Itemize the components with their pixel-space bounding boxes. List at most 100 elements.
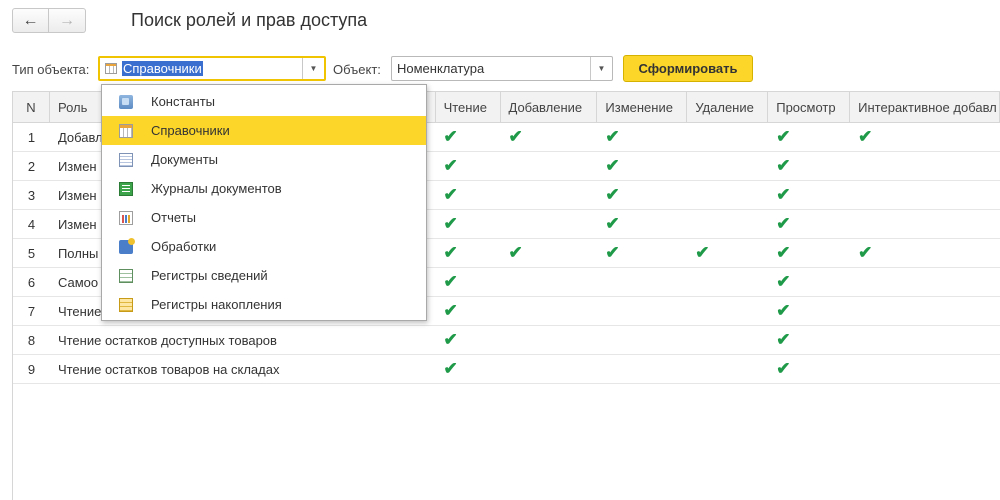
check-icon: ✔ — [443, 243, 458, 262]
right-cell-read: ✔ — [436, 210, 501, 238]
right-cell-interactive-add — [850, 181, 1000, 209]
chevron-down-icon[interactable]: ▼ — [590, 57, 612, 80]
row-number: 6 — [27, 274, 36, 290]
role-name: Чтение остатков товаров на складах — [57, 361, 280, 377]
dropdown-item-information-registers[interactable]: Регистры сведений — [102, 261, 426, 290]
column-header-read[interactable]: Чтение — [436, 92, 501, 122]
generate-button[interactable]: Сформировать — [623, 55, 753, 82]
catalogs-icon — [119, 123, 133, 138]
right-cell-read: ✔ — [436, 181, 501, 209]
right-cell-read: ✔ — [436, 123, 501, 151]
check-icon: ✔ — [443, 272, 458, 291]
right-cell-view: ✔ — [768, 268, 850, 296]
dropdown-item-accumulation-registers[interactable]: Регистры накопления — [102, 290, 426, 319]
check-icon: ✔ — [605, 185, 620, 204]
dropdown-item-label: Справочники — [151, 123, 230, 138]
check-icon: ✔ — [858, 127, 873, 146]
right-cell-add — [500, 297, 597, 325]
right-cell-interactive-add — [850, 152, 1000, 180]
row-number: 9 — [27, 361, 36, 377]
check-icon: ✔ — [443, 214, 458, 233]
object-type-label: Тип объекта: — [12, 62, 90, 77]
back-button[interactable]: ← — [12, 8, 49, 33]
dropdown-item-reports[interactable]: Отчеты — [102, 203, 426, 232]
right-cell-view: ✔ — [768, 297, 850, 325]
object-type-value-wrapper: Справочники — [100, 61, 302, 76]
right-cell-view: ✔ — [768, 123, 850, 151]
dropdown-item-catalogs[interactable]: Справочники — [102, 116, 426, 145]
right-cell-interactive-add — [850, 326, 1000, 354]
dropdown-item-label: Журналы документов — [151, 181, 282, 196]
object-type-select[interactable]: Справочники ▼ — [98, 56, 326, 81]
dropdown-item-constants[interactable]: Константы — [102, 87, 426, 116]
check-icon: ✔ — [605, 214, 620, 233]
right-cell-edit: ✔ — [597, 152, 687, 180]
arrow-right-icon: → — [59, 11, 75, 29]
column-header-view[interactable]: Просмотр — [768, 92, 851, 122]
page-title: Поиск ролей и прав доступа — [131, 10, 368, 30]
right-cell-delete — [687, 297, 768, 325]
object-select[interactable]: Номенклатура ▼ — [391, 56, 613, 81]
right-cell-interactive-add — [850, 297, 1000, 325]
information-registers-icon — [119, 268, 133, 283]
column-header-edit[interactable]: Изменение — [597, 92, 688, 122]
column-header-delete[interactable]: Удаление — [687, 92, 769, 122]
check-icon: ✔ — [443, 185, 458, 204]
navigation-buttons: ← → — [12, 8, 86, 33]
check-icon: ✔ — [443, 127, 458, 146]
table-row[interactable]: 9 Чтение остатков товаров на складах ✔ ✔ — [13, 355, 1000, 384]
data-processors-icon — [119, 237, 135, 254]
check-icon: ✔ — [508, 127, 523, 146]
right-cell-delete — [687, 210, 768, 238]
dropdown-item-label: Документы — [151, 152, 219, 167]
accumulation-registers-icon — [119, 297, 133, 312]
right-cell-read: ✔ — [436, 239, 501, 267]
right-cell-interactive-add — [850, 210, 1000, 238]
column-header-add[interactable]: Добавление — [501, 92, 598, 122]
dropdown-item-documents[interactable]: Документы — [102, 145, 426, 174]
right-cell-delete — [687, 181, 768, 209]
right-cell-interactive-add — [850, 355, 1000, 383]
check-icon: ✔ — [605, 243, 620, 262]
check-icon: ✔ — [776, 127, 791, 146]
check-icon: ✔ — [443, 301, 458, 320]
document-journals-icon — [119, 181, 133, 196]
check-icon: ✔ — [443, 359, 458, 378]
right-cell-read: ✔ — [436, 268, 501, 296]
object-label: Объект: — [333, 62, 381, 77]
right-cell-view: ✔ — [768, 355, 850, 383]
right-cell-add: ✔ — [500, 239, 597, 267]
arrow-left-icon: ← — [22, 11, 39, 29]
right-cell-edit: ✔ — [597, 123, 687, 151]
chevron-down-icon[interactable]: ▼ — [302, 58, 324, 79]
right-cell-read: ✔ — [436, 297, 501, 325]
right-cell-edit: ✔ — [597, 210, 687, 238]
dropdown-item-data-processors[interactable]: Обработки — [102, 232, 426, 261]
check-icon: ✔ — [776, 272, 791, 291]
dropdown-item-document-journals[interactable]: Журналы документов — [102, 174, 426, 203]
role-name: Чтение остатков доступных товаров — [57, 332, 277, 348]
table-row[interactable]: 8 Чтение остатков доступных товаров ✔ ✔ — [13, 326, 1000, 355]
right-cell-edit — [597, 297, 687, 325]
column-header-interactive-add[interactable]: Интерактивное добавл — [850, 92, 1000, 122]
column-header-number[interactable]: N — [13, 92, 50, 122]
right-cell-delete — [687, 326, 768, 354]
right-cell-view: ✔ — [768, 152, 850, 180]
constants-icon — [119, 94, 133, 109]
right-cell-edit — [597, 355, 687, 383]
check-icon: ✔ — [776, 330, 791, 349]
right-cell-read: ✔ — [436, 152, 501, 180]
right-cell-edit — [597, 268, 687, 296]
check-icon: ✔ — [776, 301, 791, 320]
check-icon: ✔ — [443, 156, 458, 175]
row-number: 2 — [27, 158, 36, 174]
right-cell-edit — [597, 326, 687, 354]
check-icon: ✔ — [605, 127, 620, 146]
right-cell-delete — [687, 123, 768, 151]
right-cell-delete — [687, 268, 768, 296]
check-icon: ✔ — [508, 243, 523, 262]
right-cell-read: ✔ — [436, 326, 501, 354]
right-cell-add — [500, 355, 597, 383]
forward-button[interactable]: → — [49, 8, 86, 33]
right-cell-add: ✔ — [500, 123, 597, 151]
